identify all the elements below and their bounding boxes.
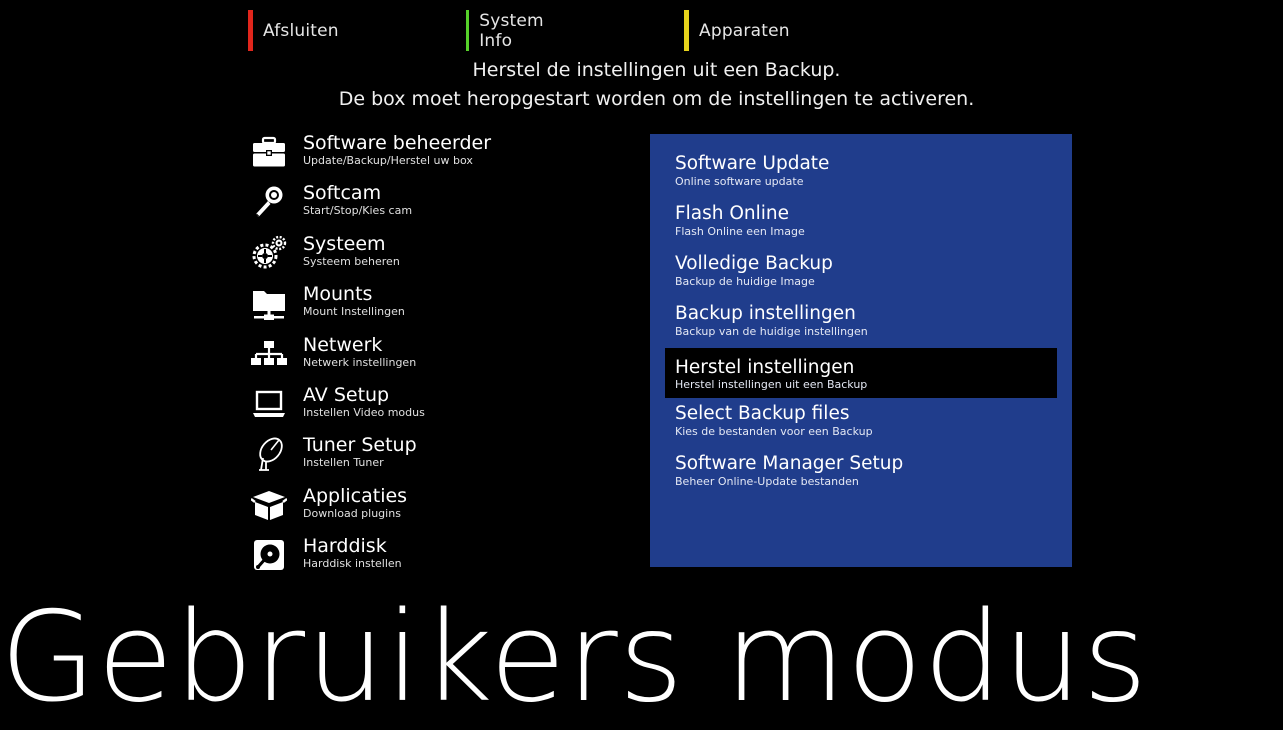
menu-item-title: Mounts <box>303 283 373 306</box>
toolbox-icon <box>253 136 285 167</box>
menu-item-title: Software beheerder <box>303 132 492 154</box>
green-key-button[interactable]: System Info <box>466 10 546 51</box>
yellow-key-indicator <box>684 10 689 51</box>
submenu-item-title: Software Manager Setup <box>675 453 904 474</box>
harddisk-icon <box>254 540 284 571</box>
menu-item-title: Applicaties <box>303 484 408 507</box>
yellow-key-label: Apparaten <box>699 20 790 41</box>
green-key-label: System Info <box>479 10 544 51</box>
submenu-item-backup-instellingen[interactable]: Backup instellingen Backup van de huidig… <box>665 284 1057 338</box>
menu-item-subtitle: Harddisk instellen <box>303 557 402 571</box>
menu-item-title: Harddisk <box>303 535 387 558</box>
user-mode-label: Gebruikers modus <box>0 586 1149 730</box>
main-menu: Software beheerder Update/Backup/Herstel… <box>248 130 628 584</box>
submenu-item-title: Backup instellingen <box>675 303 856 324</box>
red-key-indicator <box>248 10 253 51</box>
info-line-2: De box moet heropgestart worden om de in… <box>338 88 975 110</box>
menu-item-softcam[interactable]: Softcam Start/Stop/Kies cam <box>248 180 628 230</box>
submenu-item-subtitle: Backup van de huidige instellingen <box>675 325 868 338</box>
submenu-item-title: Herstel instellingen <box>675 357 855 378</box>
menu-item-subtitle: Netwerk instellingen <box>303 355 417 369</box>
menu-item-harddisk[interactable]: Harddisk Harddisk instellen <box>248 533 628 583</box>
yellow-key-button[interactable]: Apparaten <box>684 10 790 51</box>
menu-item-subtitle: Systeem beheren <box>303 254 400 268</box>
menu-item-subtitle: Instellen Video modus <box>303 405 425 419</box>
menu-item-subtitle: Download plugins <box>303 506 401 520</box>
menu-item-software-beheerder[interactable]: Software beheerder Update/Backup/Herstel… <box>248 130 628 180</box>
network-folder-icon <box>253 291 285 321</box>
menu-item-applicaties[interactable]: Applicaties Download plugins <box>248 483 628 533</box>
submenu-item-subtitle: Beheer Online-Update bestanden <box>675 475 859 488</box>
menu-item-subtitle: Mount Instellingen <box>303 305 405 319</box>
menu-item-title: AV Setup <box>303 383 390 406</box>
submenu-item-volledige-backup[interactable]: Volledige Backup Backup de huidige Image <box>665 234 1057 288</box>
menu-item-subtitle: Start/Stop/Kies cam <box>303 204 413 218</box>
menu-item-title: Netwerk <box>303 333 383 356</box>
submenu-panel: Software Update Online software update F… <box>650 134 1072 567</box>
submenu-item-title: Software Update <box>675 153 830 174</box>
network-icon <box>251 340 287 365</box>
submenu-item-title: Flash Online <box>675 203 790 224</box>
menu-item-subtitle: Update/Backup/Herstel uw box <box>303 154 473 167</box>
menu-item-tuner-setup[interactable]: Tuner Setup Instellen Tuner <box>248 432 628 482</box>
menu-item-mounts[interactable]: Mounts Mount Instellingen <box>248 281 628 331</box>
menu-item-title: Tuner Setup <box>303 434 417 457</box>
laptop-icon <box>253 390 285 417</box>
menu-item-av-setup[interactable]: AV Setup Instellen Video modus <box>248 382 628 432</box>
red-key-button[interactable]: Afsluiten <box>248 10 339 51</box>
submenu-item-select-backup-files[interactable]: Select Backup files Kies de bestanden vo… <box>665 384 1057 438</box>
package-icon <box>251 490 287 520</box>
menu-item-netwerk[interactable]: Netwerk Netwerk instellingen <box>248 332 628 382</box>
submenu-item-software-update[interactable]: Software Update Online software update <box>665 134 1057 188</box>
menu-item-subtitle: Instellen Tuner <box>303 456 384 470</box>
info-text: Herstel de instellingen uit een Backup. … <box>0 56 1283 114</box>
info-line-1: Herstel de instellingen uit een Backup. <box>472 59 841 81</box>
submenu-item-title: Volledige Backup <box>675 253 833 274</box>
menu-item-title: Systeem <box>303 232 386 255</box>
menu-item-systeem[interactable]: Systeem Systeem beheren <box>248 231 628 281</box>
red-key-label: Afsluiten <box>263 20 339 41</box>
submenu-item-software-manager-setup[interactable]: Software Manager Setup Beheer Online-Upd… <box>665 434 1057 488</box>
satellite-dish-icon <box>259 437 283 472</box>
green-key-indicator <box>466 10 470 51</box>
submenu-item-flash-online[interactable]: Flash Online Flash Online een Image <box>665 184 1057 238</box>
menu-item-title: Softcam <box>303 182 382 205</box>
gears-icon <box>252 235 287 269</box>
key-icon <box>256 186 283 218</box>
submenu-item-title: Select Backup files <box>675 403 850 424</box>
